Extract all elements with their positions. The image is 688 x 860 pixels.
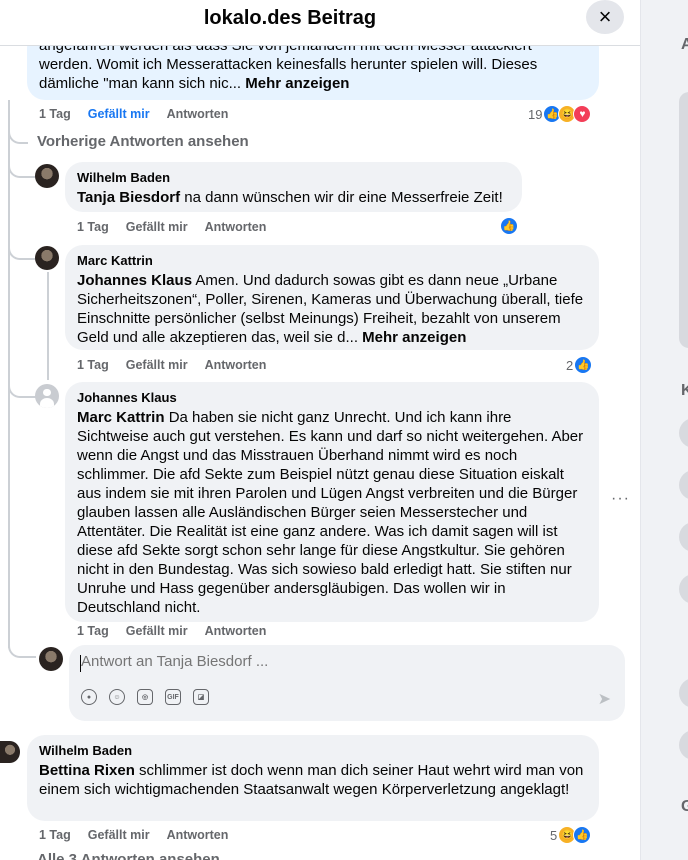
comment-text: Bettina Rixen schlimmer ist doch wenn ma…: [39, 762, 584, 798]
comment-bubble: Wilhelm Baden Tanja Biesdorf na dann wün…: [65, 162, 522, 212]
mention-link[interactable]: Marc Kattrin: [77, 409, 165, 426]
background-avatar: [679, 418, 688, 448]
reply-composer: ● ☺ ◎ GIF ◪ ➤: [69, 645, 625, 721]
like-reaction-icon: 👍: [500, 217, 518, 235]
background-avatar: [679, 678, 688, 708]
more-options-icon[interactable]: ···: [611, 490, 630, 508]
background-letter: K: [681, 382, 688, 399]
comment-author[interactable]: Wilhelm Baden: [39, 743, 587, 759]
more-link[interactable]: Mehr anzeigen: [362, 329, 466, 346]
comment-author[interactable]: Marc Kattrin: [77, 253, 587, 269]
background-letter: A: [681, 36, 688, 53]
reply-button[interactable]: Antworten: [205, 624, 267, 638]
reaction-summary[interactable]: 19 👍 😆 ♥: [528, 105, 592, 123]
thread-branch: [8, 120, 28, 144]
close-icon: ×: [598, 4, 612, 29]
comment-time: 1 Tag: [39, 107, 71, 121]
dialog-title: lokalo.des Beitrag: [203, 7, 377, 29]
love-reaction-icon: ♥: [573, 105, 592, 123]
background-avatar: [679, 574, 688, 604]
like-button[interactable]: Gefällt mir: [88, 107, 150, 121]
comment-bubble: Johannes Klaus Marc Kattrin Da haben sie…: [65, 382, 599, 622]
comment-time: 1 Tag: [77, 220, 109, 234]
comment-text: Marc Kattrin Da haben sie nicht ganz Unr…: [77, 409, 584, 616]
current-user-avatar[interactable]: [39, 647, 63, 671]
like-reaction-icon: 👍: [574, 356, 593, 374]
comment-actions: 1 Tag Gefällt mir Antworten: [77, 220, 266, 234]
background-avatar: [679, 730, 688, 760]
reply-input[interactable]: [81, 653, 601, 670]
avatar[interactable]: [35, 164, 59, 188]
reaction-summary[interactable]: 5 😆 👍: [550, 826, 592, 844]
comment-actions: 1 Tag Gefällt mir Antworten: [39, 107, 228, 121]
reaction-count: 19: [528, 106, 543, 122]
thread-branch: [8, 636, 36, 658]
emoji-icon[interactable]: ☺: [109, 689, 125, 705]
background-card: [679, 92, 688, 348]
background-page-panel: A K G: [640, 0, 688, 860]
background-avatar: [679, 522, 688, 552]
reaction-count: 2: [566, 357, 574, 373]
comment-actions: 1 Tag Gefällt mir Antworten: [39, 828, 228, 842]
background-letter: G: [681, 798, 688, 815]
composer-toolbar: ● ☺ ◎ GIF ◪: [81, 689, 209, 705]
background-avatar: [679, 470, 688, 500]
comment-author[interactable]: Wilhelm Baden: [77, 170, 510, 186]
close-button[interactable]: ×: [586, 0, 624, 34]
reply-button[interactable]: Antworten: [205, 358, 267, 372]
view-previous-replies-link[interactable]: Vorherige Antworten ansehen: [37, 133, 249, 150]
comment-text: dämliche "man kann sich nic... Mehr anze…: [39, 75, 350, 92]
reply-button[interactable]: Antworten: [167, 828, 229, 842]
thread-branch: [8, 370, 36, 398]
like-reaction-icon: 👍: [573, 826, 592, 844]
like-button[interactable]: Gefällt mir: [126, 358, 188, 372]
avatar[interactable]: [0, 741, 20, 763]
avatar[interactable]: [35, 384, 59, 408]
thread-branch: [8, 150, 36, 178]
sticker-icon[interactable]: ◪: [193, 689, 209, 705]
comment-text: werden. Womit ich Messerattacken keinesf…: [39, 56, 538, 73]
mention-link[interactable]: Johannes Klaus: [77, 272, 192, 289]
comment-time: 1 Tag: [39, 828, 71, 842]
reaction-summary[interactable]: 👍: [500, 217, 518, 235]
gif-icon[interactable]: GIF: [165, 689, 181, 705]
like-button[interactable]: Gefällt mir: [88, 828, 150, 842]
comment-time: 1 Tag: [77, 358, 109, 372]
comment-time: 1 Tag: [77, 624, 109, 638]
comment-bubble: Marc Kattrin Johannes Klaus Amen. Und da…: [65, 245, 599, 350]
reaction-summary[interactable]: 2 👍: [566, 356, 593, 374]
mention-link[interactable]: Bettina Rixen: [39, 762, 135, 779]
view-all-replies-link[interactable]: Alle 3 Antworten ansehen: [37, 851, 220, 860]
avatar-sticker-icon[interactable]: ●: [81, 689, 97, 705]
like-button[interactable]: Gefällt mir: [126, 220, 188, 234]
reply-button[interactable]: Antworten: [205, 220, 267, 234]
comment-bubble: Wilhelm Baden Bettina Rixen schlimmer is…: [27, 735, 599, 821]
send-icon[interactable]: ➤: [598, 689, 611, 709]
like-button[interactable]: Gefällt mir: [126, 624, 188, 638]
comment-actions: 1 Tag Gefällt mir Antworten: [77, 358, 266, 372]
comment-author[interactable]: Johannes Klaus: [77, 390, 587, 406]
reaction-count: 5: [550, 827, 558, 843]
mention-link[interactable]: Tanja Biesdorf: [77, 189, 180, 206]
thread-branch: [8, 232, 36, 260]
comment-text: Johannes Klaus Amen. Und dadurch sowas g…: [77, 272, 584, 346]
avatar[interactable]: [35, 246, 59, 270]
reply-button[interactable]: Antworten: [167, 107, 229, 121]
comment-actions: 1 Tag Gefällt mir Antworten: [77, 624, 266, 638]
camera-icon[interactable]: ◎: [137, 689, 153, 705]
thread-line: [47, 272, 49, 380]
dialog-header: lokalo.des Beitrag ×: [0, 0, 640, 46]
more-link[interactable]: Mehr anzeigen: [245, 75, 349, 92]
comment-text: Tanja Biesdorf na dann wünschen wir dir …: [77, 189, 503, 206]
